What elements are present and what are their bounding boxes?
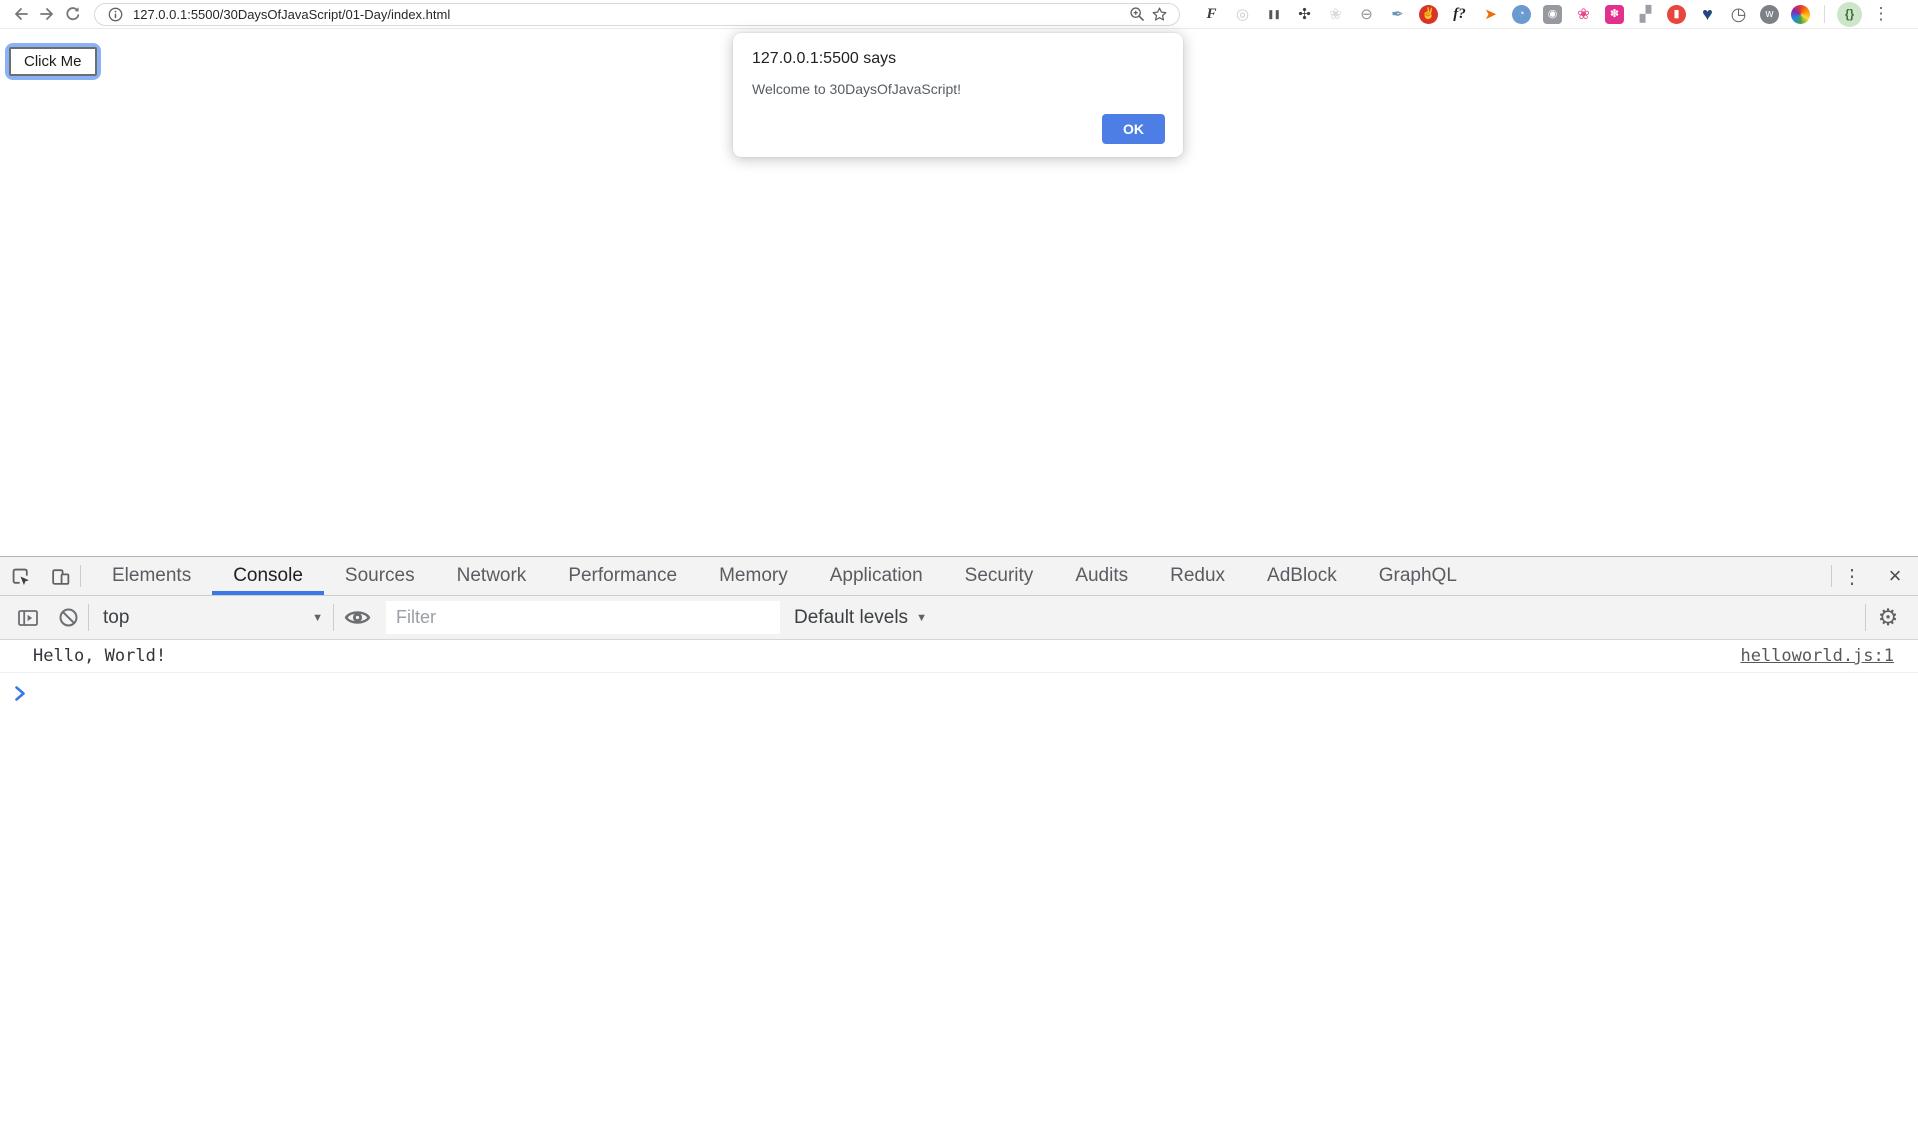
- tab-memory[interactable]: Memory: [698, 557, 809, 595]
- device-toolbar-icon: [50, 566, 71, 587]
- bookmark-star-icon[interactable]: [1148, 6, 1170, 23]
- console-sidebar-button[interactable]: [8, 608, 48, 628]
- clear-console-button[interactable]: [48, 607, 88, 628]
- alert-ok-button[interactable]: OK: [1102, 114, 1165, 144]
- flower-faded-extension-icon[interactable]: ❀: [1326, 5, 1345, 24]
- filter-input[interactable]: [386, 601, 780, 634]
- tab-audits[interactable]: Audits: [1054, 557, 1149, 595]
- console-empty-area[interactable]: [0, 703, 1918, 1146]
- reload-icon: [64, 5, 82, 23]
- circle-minus-extension-icon[interactable]: ⊖: [1357, 5, 1376, 24]
- console-input[interactable]: [36, 683, 1918, 703]
- site-info-icon[interactable]: [104, 7, 126, 22]
- devtools-menu-button[interactable]: ⋮: [1832, 557, 1872, 595]
- click-me-button[interactable]: Click Me: [9, 47, 97, 76]
- blocks-extension-icon[interactable]: ▞: [1636, 5, 1655, 24]
- font-styler-extension-icon[interactable]: F: [1202, 5, 1221, 24]
- bookmark-extension-icon[interactable]: ▮: [1667, 5, 1686, 24]
- console-toolbar-divider: [88, 604, 89, 631]
- toolbar-divider: [1824, 5, 1825, 23]
- eyedropper-extension-icon[interactable]: ✒: [1388, 5, 1407, 24]
- javascript-context-select[interactable]: top ▼: [95, 607, 333, 629]
- back-icon: [12, 5, 30, 23]
- tab-sources[interactable]: Sources: [324, 557, 436, 595]
- url-text[interactable]: 127.0.0.1:5500/30DaysOfJavaScript/01-Day…: [133, 7, 1126, 22]
- camera-extension-icon[interactable]: ◉: [1543, 5, 1562, 24]
- tabbar-divider: [80, 565, 81, 587]
- tab-elements[interactable]: Elements: [91, 557, 212, 595]
- inspect-element-button[interactable]: [0, 557, 40, 595]
- live-expression-button[interactable]: [334, 608, 380, 627]
- console-message-row: Hello, World! helloworld.js:1: [0, 640, 1918, 673]
- stop-hand-extension-icon[interactable]: ✌: [1419, 5, 1438, 24]
- alert-dialog: 127.0.0.1:5500 says Welcome to 30DaysOfJ…: [733, 33, 1183, 157]
- forward-icon: [38, 5, 56, 23]
- address-bar[interactable]: 127.0.0.1:5500/30DaysOfJavaScript/01-Day…: [94, 3, 1180, 26]
- bug-extension-icon[interactable]: ✣: [1295, 5, 1314, 24]
- devtools-tabs: ElementsConsoleSourcesNetworkPerformance…: [91, 557, 1478, 595]
- devtools-panel: ElementsConsoleSourcesNetworkPerformance…: [0, 556, 1918, 1146]
- tab-network[interactable]: Network: [436, 557, 548, 595]
- pink-gear-extension-icon[interactable]: ✽: [1605, 5, 1624, 24]
- whatfont-extension-icon[interactable]: f?: [1450, 5, 1469, 24]
- back-button[interactable]: [8, 1, 34, 27]
- browser-menu-button[interactable]: ⋮: [1868, 1, 1894, 27]
- chevron-down-icon: ▼: [312, 612, 323, 624]
- browser-window: 127.0.0.1:5500/30DaysOfJavaScript/01-Day…: [0, 0, 1918, 1146]
- zoom-icon[interactable]: [1126, 6, 1148, 22]
- inspect-cursor-icon: [10, 566, 31, 587]
- tab-application[interactable]: Application: [809, 557, 944, 595]
- alert-message: Welcome to 30DaysOfJavaScript!: [752, 81, 1163, 97]
- clock-extension-icon[interactable]: ◷: [1729, 5, 1748, 24]
- context-label: top: [103, 607, 304, 629]
- tab-console[interactable]: Console: [212, 557, 324, 595]
- console-prompt-row: [0, 673, 1918, 703]
- device-toolbar-button[interactable]: [40, 557, 80, 595]
- tab-performance[interactable]: Performance: [547, 557, 698, 595]
- console-toolbar: top ▼ Default levels ▼ ⚙: [0, 596, 1918, 640]
- profile-avatar[interactable]: {}: [1837, 2, 1862, 27]
- lens-extension-icon[interactable]: ◎: [1233, 5, 1252, 24]
- source-link[interactable]: helloworld.js:1: [1740, 646, 1894, 666]
- color-wheel-extension-icon[interactable]: [1791, 5, 1810, 24]
- panels-extension-icon[interactable]: ❚❚: [1264, 5, 1283, 24]
- focus-ring: Click Me: [5, 43, 101, 80]
- reload-button[interactable]: [60, 1, 86, 27]
- pink-flower-extension-icon[interactable]: ❀: [1574, 5, 1593, 24]
- alert-title: 127.0.0.1:5500 says: [752, 50, 1163, 68]
- block-icon: [58, 607, 79, 628]
- tab-graphql[interactable]: GraphQL: [1358, 557, 1478, 595]
- forward-button[interactable]: [34, 1, 60, 27]
- orb-extension-icon[interactable]: ◔: [1512, 5, 1531, 24]
- tab-security[interactable]: Security: [944, 557, 1055, 595]
- console-settings-button[interactable]: ⚙: [1866, 604, 1910, 631]
- heart-search-extension-icon[interactable]: ♥: [1698, 5, 1717, 24]
- tab-redux[interactable]: Redux: [1149, 557, 1246, 595]
- page-content: Click Me 127.0.0.1:5500 says Welcome to …: [0, 29, 1918, 556]
- devtools-close-button[interactable]: ×: [1872, 557, 1918, 595]
- console-drawer-icon: [17, 608, 39, 628]
- eye-icon: [344, 608, 371, 627]
- log-levels-label: Default levels: [794, 607, 908, 629]
- tab-adblock[interactable]: AdBlock: [1246, 557, 1358, 595]
- devtools-tab-bar: ElementsConsoleSourcesNetworkPerformance…: [0, 557, 1918, 596]
- chevron-down-icon: ▼: [916, 612, 927, 624]
- console-message: Hello, World!: [33, 646, 1740, 666]
- console-prompt-icon: [14, 685, 26, 702]
- extensions-bar: F ◎ ❚❚ ✣ ❀ ⊖ ✒ ✌ f? ➤ ◔ ◉ ❀ ✽ ▞ ▮ ♥ ◷ w: [1196, 5, 1816, 24]
- megaphone-extension-icon[interactable]: ➤: [1481, 5, 1500, 24]
- log-levels-select[interactable]: Default levels ▼: [794, 607, 937, 629]
- browser-toolbar: 127.0.0.1:5500/30DaysOfJavaScript/01-Day…: [0, 0, 1918, 29]
- wave-extension-icon[interactable]: w: [1760, 5, 1779, 24]
